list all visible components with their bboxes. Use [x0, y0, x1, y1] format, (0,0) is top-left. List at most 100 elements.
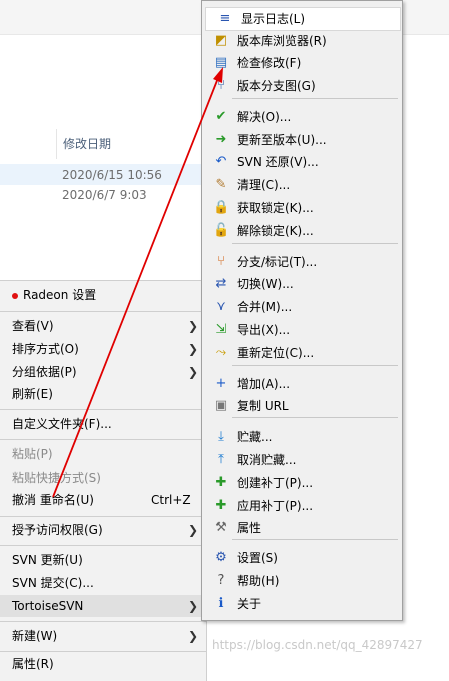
svn-menu-item[interactable]: ⇄ 切换(W)... — [202, 273, 402, 295]
tortoisesvn-submenu: ≡ 显示日志(L) ◩ 版本库浏览器(R) ▤ 检查修改(F) ⑂ 版本分支图(G) ✔ 解决(O… — [201, 0, 403, 621]
menu-item-label: 粘贴(P) — [12, 447, 53, 461]
svn-menu-item-label: 分支/标记(T)... — [237, 255, 318, 269]
chevron-right-icon: ❯ — [187, 319, 198, 333]
menu-item-undo-rename[interactable]: 撤消 重命名(U) Ctrl+Z — [0, 489, 206, 511]
svn-menu-item[interactable]: ▤ 检查修改(F) — [202, 52, 402, 74]
cleanup-icon: ✎ — [215, 177, 227, 192]
svn-menu-item[interactable]: ↶ SVN 还原(V)... — [202, 151, 402, 173]
shelve-icon: ⤓ — [218, 429, 224, 444]
shortcut-label: Ctrl+Z — [151, 493, 191, 507]
menu-item-paste-shortcut[interactable]: 粘贴快捷方式(S) — [0, 467, 206, 489]
svn-menu-item[interactable]: ◩ 版本库浏览器(R) — [202, 30, 402, 52]
add-icon: + — [215, 376, 227, 391]
svn-menu-item-label: 复制 URL — [237, 399, 289, 413]
svn-menu-item[interactable]: ≡ 显示日志(L) — [205, 7, 401, 31]
svn-menu-item[interactable]: ⚙ 设置(S) — [202, 547, 402, 569]
show-log-icon: ≡ — [219, 11, 231, 26]
release-lock-icon: 🔓 — [213, 223, 230, 238]
menu-item-svn-update[interactable]: SVN 更新(U) — [0, 549, 206, 571]
help-icon: ? — [217, 573, 225, 588]
svn-menu-item[interactable]: ➜ 更新至版本(U)... — [202, 129, 402, 151]
svn-menu-item[interactable]: ⤒ 取消贮藏... — [202, 449, 402, 471]
svn-menu-item[interactable]: ⇲ 导出(X)... — [202, 319, 402, 341]
menu-separator — [0, 621, 206, 622]
menu-item-label: SVN 更新(U) — [12, 553, 83, 567]
revert-icon: ↶ — [215, 154, 227, 169]
menu-item-view[interactable]: 查看(V) ❯ — [0, 315, 206, 337]
svn-menu-item-label: 解除锁定(K)... — [237, 224, 314, 238]
menu-item-sort-by[interactable]: 排序方式(O) ❯ — [0, 338, 206, 360]
menu-item-paste[interactable]: 粘贴(P) — [0, 443, 206, 465]
update-to-revision-icon: ➜ — [215, 132, 227, 147]
svn-menu-item[interactable]: ✎ 清理(C)... — [202, 174, 402, 196]
chevron-right-icon: ❯ — [187, 599, 198, 613]
svn-menu-item[interactable]: 🔓 解除锁定(K)... — [202, 220, 402, 242]
menu-item-grant-access[interactable]: 授予访问权限(G) ❯ — [0, 519, 206, 541]
file-date-cell: 2020/6/7 9:03 — [62, 188, 147, 202]
svn-menu-item-label: 解决(O)... — [237, 110, 292, 124]
svn-menu-item[interactable]: ℹ 关于 — [202, 593, 402, 615]
svn-menu-item[interactable]: ⚒ 属性 — [202, 517, 402, 539]
svn-menu-item[interactable]: ▣ 复制 URL — [202, 395, 402, 417]
svn-menu-item-label: SVN 还原(V)... — [237, 155, 319, 169]
menu-item-new[interactable]: 新建(W) ❯ — [0, 625, 206, 647]
menu-item-label: 粘贴快捷方式(S) — [12, 471, 101, 485]
apply-patch-icon: ✚ — [215, 498, 227, 513]
menu-item-svn-commit[interactable]: SVN 提交(C)... — [0, 572, 206, 594]
svn-menu-item[interactable]: ⤓ 贮藏... — [202, 426, 402, 448]
svn-menu-item-label: 关于 — [237, 597, 262, 611]
svn-menu-item-label: 贮藏... — [237, 430, 273, 444]
svn-menu-item[interactable]: ⋎ 合并(M)... — [202, 296, 402, 318]
chevron-right-icon: ❯ — [187, 365, 198, 379]
svn-menu-item[interactable]: 🔒 获取锁定(K)... — [202, 197, 402, 219]
svn-menu-item-label: 更新至版本(U)... — [237, 133, 327, 147]
menu-item-refresh[interactable]: 刷新(E) — [0, 383, 206, 405]
switch-icon: ⇄ — [215, 276, 227, 291]
menu-separator — [232, 98, 398, 99]
svn-menu-item[interactable]: ✚ 创建补丁(P)... — [202, 472, 402, 494]
menu-separator — [0, 311, 206, 312]
menu-item-properties[interactable]: 属性(R) — [0, 653, 206, 675]
export-icon: ⇲ — [215, 322, 227, 337]
svn-menu-item-label: 取消贮藏... — [237, 453, 297, 467]
menu-item-radeon-settings[interactable]: Radeon 设置 — [0, 284, 206, 306]
relocate-icon: ⤳ — [215, 345, 227, 360]
svn-menu-item[interactable]: ⤳ 重新定位(C)... — [202, 342, 402, 364]
menu-item-label: 撤消 重命名(U) — [12, 493, 94, 507]
svn-menu-item[interactable]: ✔ 解决(O)... — [202, 106, 402, 128]
svn-menu-item-label: 清理(C)... — [237, 178, 291, 192]
unshelve-icon: ⤒ — [218, 452, 224, 467]
revision-graph-icon: ⑂ — [217, 78, 225, 93]
svn-menu-item[interactable]: + 增加(A)... — [202, 373, 402, 395]
menu-item-label: 分组依据(P) — [12, 365, 77, 379]
svn-menu-item-label: 增加(A)... — [237, 377, 291, 391]
resolve-icon: ✔ — [215, 109, 227, 124]
menu-separator — [232, 539, 398, 540]
menu-item-label: 排序方式(O) — [12, 342, 79, 356]
settings-icon: ⚙ — [215, 550, 227, 565]
column-header-date-modified[interactable]: 修改日期 — [56, 129, 111, 159]
file-date-cell: 2020/6/15 10:56 — [62, 168, 162, 182]
properties-icon: ⚒ — [215, 520, 227, 535]
menu-item-group-by[interactable]: 分组依据(P) ❯ — [0, 361, 206, 383]
branch-tag-icon: ⑂ — [217, 254, 225, 269]
explorer-context-menu: Radeon 设置 查看(V) ❯ 排序方式(O) ❯ 分组依据(P) ❯ 刷新(E)… — [0, 280, 207, 681]
menu-item-label: SVN 提交(C)... — [12, 576, 94, 590]
svn-menu-item-label: 切换(W)... — [237, 277, 294, 291]
menu-item-label: 查看(V) — [12, 319, 54, 333]
svn-menu-item[interactable]: ? 帮助(H) — [202, 570, 402, 592]
svn-menu-item[interactable]: ⑂ 版本分支图(G) — [202, 75, 402, 97]
chevron-right-icon: ❯ — [187, 629, 198, 643]
menu-item-tortoisesvn[interactable]: TortoiseSVN ❯ — [0, 595, 206, 617]
menu-separator — [232, 365, 398, 366]
radeon-icon — [12, 292, 18, 299]
merge-icon: ⋎ — [216, 299, 226, 314]
svn-menu-item[interactable]: ⑂ 分支/标记(T)... — [202, 251, 402, 273]
menu-separator — [0, 516, 206, 517]
svn-menu-item[interactable]: ✚ 应用补丁(P)... — [202, 495, 402, 517]
menu-item-label: 属性(R) — [12, 657, 54, 671]
get-lock-icon: 🔒 — [213, 200, 230, 215]
menu-item-customize-folder[interactable]: 自定义文件夹(F)... — [0, 413, 206, 435]
watermark-text: https://blog.csdn.net/qq_42897427 — [212, 638, 423, 652]
svn-menu-item-label: 版本库浏览器(R) — [237, 34, 327, 48]
